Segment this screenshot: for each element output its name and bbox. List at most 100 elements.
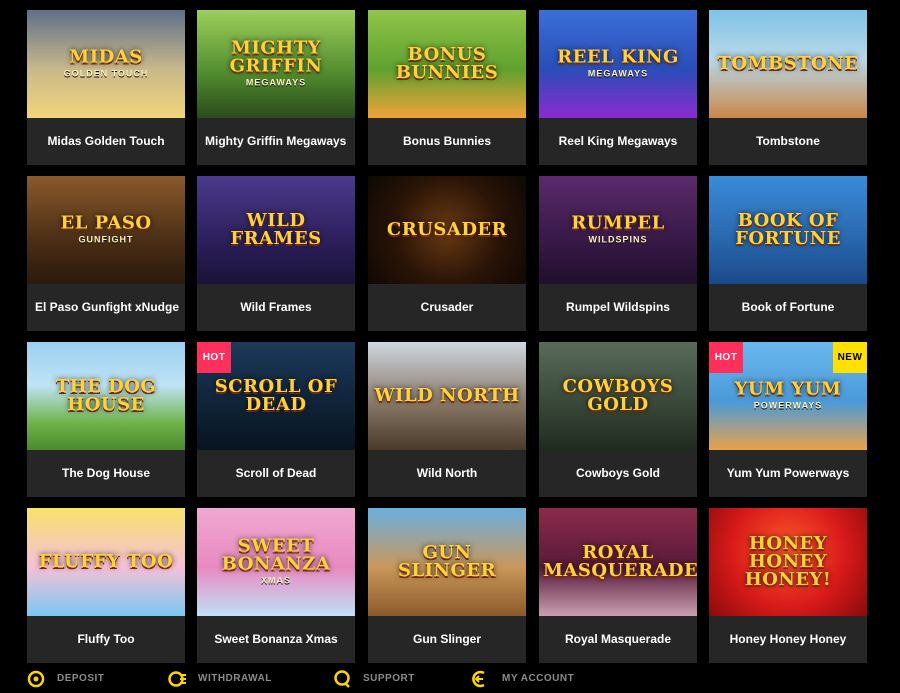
game-logo: CRUSADER xyxy=(372,221,522,239)
game-title[interactable]: Midas Golden Touch xyxy=(27,118,185,165)
game-logo-text: MIDAS xyxy=(69,46,143,68)
game-title[interactable]: Royal Masquerade xyxy=(539,616,697,663)
game-logo-text: SWEET BONANZA xyxy=(221,535,331,575)
game-card[interactable]: COWBOYS GOLD Cowboys Gold xyxy=(539,342,697,497)
game-title[interactable]: Mighty Griffin Megaways xyxy=(197,118,355,165)
game-title[interactable]: Fluffy Too xyxy=(27,616,185,663)
game-logo-text: CRUSADER xyxy=(386,219,508,240)
game-thumbnail[interactable]: EL PASO GUNFIGHT xyxy=(27,176,185,284)
game-card[interactable]: REEL KING MEGAWAYS Reel King Megaways xyxy=(539,10,697,165)
game-card[interactable]: HONEY HONEY HONEY! Honey Honey Honey xyxy=(709,508,867,663)
game-card[interactable]: THE DOG HOUSE The Dog House xyxy=(27,342,185,497)
game-logo-subtext: WILDSPINS xyxy=(588,234,648,245)
game-thumbnail[interactable]: COWBOYS GOLD xyxy=(539,342,697,450)
footer-label: WITHDRAWAL xyxy=(198,673,272,684)
game-title[interactable]: El Paso Gunfight xNudge xyxy=(27,284,185,331)
game-card[interactable]: BONUS BUNNIES Bonus Bunnies xyxy=(368,10,526,165)
game-logo: BONUS BUNNIES xyxy=(372,46,522,82)
game-card[interactable]: TOMBSTONE Tombstone xyxy=(709,10,867,165)
game-thumbnail[interactable]: TOMBSTONE xyxy=(709,10,867,118)
account-icon xyxy=(472,670,490,688)
game-logo: COWBOYS GOLD xyxy=(543,378,693,414)
game-card[interactable]: RUMPEL WILDSPINS Rumpel Wildspins xyxy=(539,176,697,331)
game-logo: SWEET BONANZA XMAS xyxy=(201,535,351,587)
game-logo-text: MIGHTY GRIFFIN xyxy=(229,37,323,77)
game-grid: MIDAS GOLDEN TOUCH Midas Golden Touch MIGHT… xyxy=(0,0,900,664)
game-thumbnail[interactable]: WILD Frames xyxy=(197,176,355,284)
game-logo-text: REEL KING xyxy=(557,46,679,68)
game-logo-subtext: GUNFIGHT xyxy=(78,234,134,245)
game-thumbnail[interactable]: RUMPEL WILDSPINS xyxy=(539,176,697,284)
game-title[interactable]: Sweet Bonanza Xmas xyxy=(197,616,355,663)
game-card[interactable]: Yum Yum POWERWAYS HOT NEW Yum Yum Powerways xyxy=(709,342,867,497)
game-logo-text: SCROLL OF DEAD xyxy=(214,376,338,415)
game-logo: Fluffy Too xyxy=(31,553,181,571)
game-title[interactable]: Honey Honey Honey xyxy=(709,616,867,663)
footer-withdrawal[interactable]: WITHDRAWAL xyxy=(168,664,272,693)
footer-label: SUPPORT xyxy=(363,673,415,684)
game-thumbnail[interactable]: CRUSADER xyxy=(368,176,526,284)
game-thumbnail[interactable]: Fluffy Too xyxy=(27,508,185,616)
game-thumbnail[interactable]: MIGHTY GRIFFIN MEGAWAYS xyxy=(197,10,355,118)
game-title[interactable]: Book of Fortune xyxy=(709,284,867,331)
footer-support[interactable]: SUPPORT xyxy=(333,664,415,693)
footer-my-account[interactable]: MY ACCOUNT xyxy=(472,664,574,693)
game-logo: GUN SLINGER xyxy=(372,544,522,580)
game-card[interactable]: GUN SLINGER Gun Slinger xyxy=(368,508,526,663)
game-title[interactable]: Tombstone xyxy=(709,118,867,165)
withdrawal-icon xyxy=(168,670,186,688)
game-title[interactable]: Gun Slinger xyxy=(368,616,526,663)
game-thumbnail[interactable]: GUN SLINGER xyxy=(368,508,526,616)
game-logo-text: EL PASO xyxy=(60,212,152,234)
game-card[interactable]: Book of Fortune Book of Fortune xyxy=(709,176,867,331)
support-icon xyxy=(333,669,351,688)
game-thumbnail[interactable]: MIDAS GOLDEN TOUCH xyxy=(27,10,185,118)
footer-label: DEPOSIT xyxy=(57,673,105,684)
game-title[interactable]: The Dog House xyxy=(27,450,185,497)
game-thumbnail[interactable]: Royal Masquerade xyxy=(539,508,697,616)
game-thumbnail[interactable]: SWEET BONANZA XMAS xyxy=(197,508,355,616)
game-thumbnail[interactable]: WILD NORTH xyxy=(368,342,526,450)
game-logo-subtext: GOLDEN TOUCH xyxy=(63,68,149,79)
game-title[interactable]: Crusader xyxy=(368,284,526,331)
game-logo: SCROLL OF DEAD xyxy=(201,378,351,414)
game-title[interactable]: Wild Frames xyxy=(197,284,355,331)
game-title[interactable]: Cowboys Gold xyxy=(539,450,697,497)
game-logo-text: GUN SLINGER xyxy=(397,542,497,581)
game-logo-subtext: POWERWAYS xyxy=(753,400,823,411)
game-logo: THE DOG HOUSE xyxy=(31,378,181,414)
game-logo: Royal Masquerade xyxy=(543,544,697,580)
game-card[interactable]: SCROLL OF DEAD HOT Scroll of Dead xyxy=(197,342,355,497)
game-thumbnail[interactable]: REEL KING MEGAWAYS xyxy=(539,10,697,118)
game-card[interactable]: CRUSADER Crusader xyxy=(368,176,526,331)
game-thumbnail[interactable]: Book of Fortune xyxy=(709,176,867,284)
game-card[interactable]: MIGHTY GRIFFIN MEGAWAYS Mighty Griffin Meg… xyxy=(197,10,355,165)
game-card[interactable]: EL PASO GUNFIGHT El Paso Gunfight xNudge xyxy=(27,176,185,331)
game-title[interactable]: Rumpel Wildspins xyxy=(539,284,697,331)
game-title[interactable]: Wild North xyxy=(368,450,526,497)
game-thumbnail[interactable]: HONEY HONEY HONEY! xyxy=(709,508,867,616)
hot-badge: HOT xyxy=(197,342,231,373)
game-logo: HONEY HONEY HONEY! xyxy=(713,535,863,589)
game-logo-text: Royal Masquerade xyxy=(543,542,697,581)
game-logo: EL PASO GUNFIGHT xyxy=(31,212,181,246)
game-logo-text: WILD NORTH xyxy=(374,385,520,406)
game-thumbnail[interactable]: BONUS BUNNIES xyxy=(368,10,526,118)
game-logo-text: THE DOG HOUSE xyxy=(55,376,157,415)
footer-deposit[interactable]: DEPOSIT xyxy=(27,664,104,693)
game-title[interactable]: Yum Yum Powerways xyxy=(709,450,867,497)
game-logo: TOMBSTONE xyxy=(713,55,863,73)
footer-nav: DEPOSIT WITHDRAWAL SUPPORT MY ACCOUNT xyxy=(0,664,900,693)
game-title[interactable]: Scroll of Dead xyxy=(197,450,355,497)
game-thumbnail[interactable]: THE DOG HOUSE xyxy=(27,342,185,450)
game-logo: Book of Fortune xyxy=(713,212,863,248)
game-card[interactable]: SWEET BONANZA XMAS Sweet Bonanza Xmas xyxy=(197,508,355,663)
deposit-icon xyxy=(27,670,45,688)
game-card[interactable]: WILD Frames Wild Frames xyxy=(197,176,355,331)
game-card[interactable]: Royal Masquerade Royal Masquerade xyxy=(539,508,697,663)
game-card[interactable]: MIDAS GOLDEN TOUCH Midas Golden Touch xyxy=(27,10,185,165)
game-title[interactable]: Bonus Bunnies xyxy=(368,118,526,165)
game-card[interactable]: WILD NORTH Wild North xyxy=(368,342,526,497)
game-card[interactable]: Fluffy Too Fluffy Too xyxy=(27,508,185,663)
game-title[interactable]: Reel King Megaways xyxy=(539,118,697,165)
